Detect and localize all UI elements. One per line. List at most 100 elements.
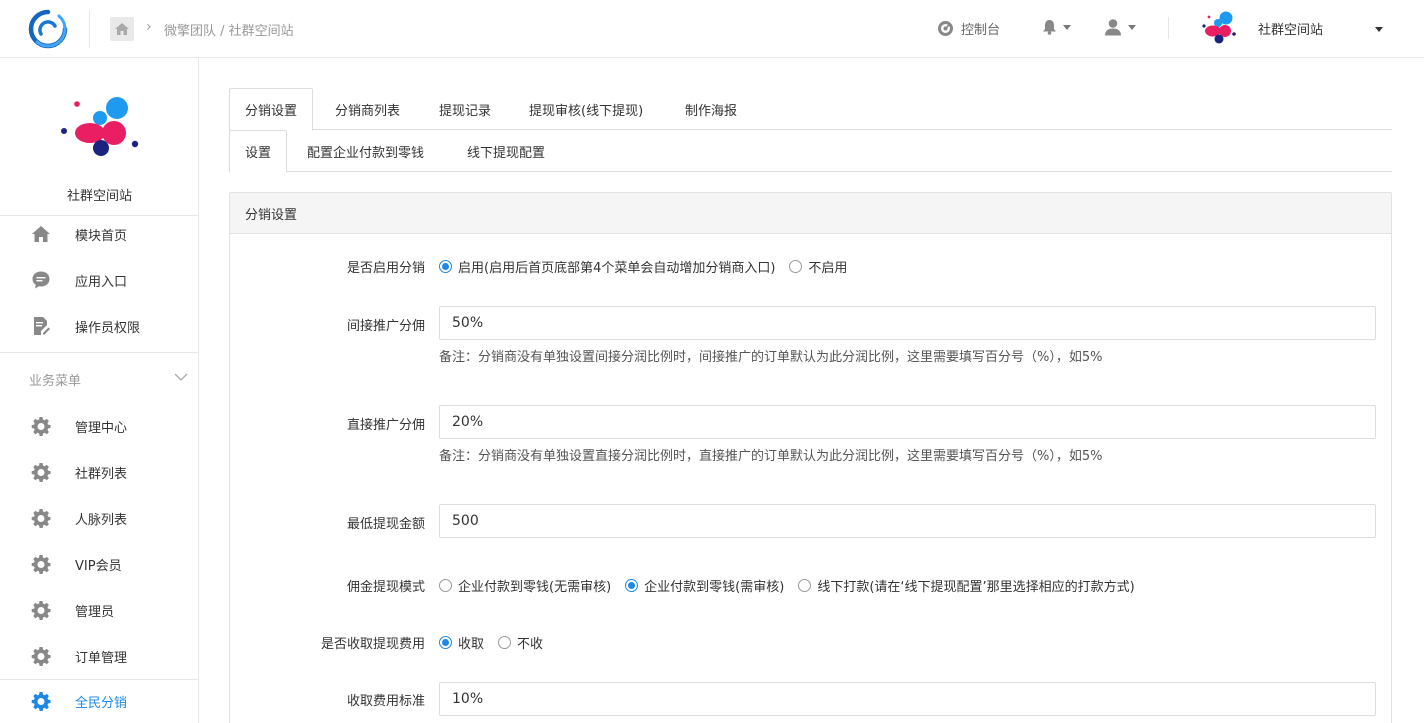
- field-label: 是否收取提现费用: [320, 637, 425, 652]
- radio-group: 启用(启用后首页底部第4个菜单会自动增加分销商入口) 不启用: [439, 257, 861, 276]
- sidebar-item-label: 全民分销: [75, 695, 128, 711]
- radio-label: 收取: [458, 637, 485, 652]
- sidebar-item-community-list[interactable]: 社群列表: [0, 452, 199, 492]
- sidebar-item-label: 社群列表: [75, 466, 128, 482]
- sidebar-item-contacts-list[interactable]: 人脉列表: [0, 498, 199, 538]
- gear-icon: [31, 600, 51, 620]
- tab-withdraw-review[interactable]: 提现审核(线下提现): [529, 88, 643, 130]
- tab-settings[interactable]: 设置: [229, 130, 288, 173]
- radio-unchecked-icon[interactable]: [498, 636, 512, 649]
- gear-icon: [31, 508, 51, 528]
- radio-mode-no-review[interactable]: 企业付款到零钱(无需审核): [439, 576, 611, 595]
- radio-fee-charge[interactable]: 收取: [439, 633, 484, 652]
- panel-title: 分销设置: [230, 193, 1391, 234]
- site-name: 社群空间站: [1258, 22, 1324, 38]
- console-link[interactable]: 控制台: [937, 19, 1000, 38]
- tab-offline-withdraw[interactable]: 线下提现配置: [467, 130, 545, 172]
- radio-enable[interactable]: 启用(启用后首页底部第4个菜单会自动增加分销商入口): [439, 257, 775, 276]
- radio-checked-icon[interactable]: [439, 260, 452, 273]
- brand-name: 社群空间站: [66, 189, 132, 204]
- radio-disable[interactable]: 不启用: [789, 257, 847, 276]
- secondary-tabs: 设置 配置企业付款到零钱 线下提现配置: [229, 130, 1392, 173]
- radio-mode-offline[interactable]: 线下打款(请在‘线下提现配置’那里选择相应的打款方式): [798, 576, 1135, 595]
- radio-label: 不启用: [808, 261, 848, 276]
- sidebar-item-vip-members[interactable]: VIP会员: [0, 544, 199, 584]
- sidebar-item-order-management[interactable]: 订单管理: [0, 636, 199, 676]
- indirect-note: 备注：分销商没有单独设置间接分润比例时，间接推广的订单默认为此分润比例，这里需要…: [439, 350, 1103, 365]
- sidebar-item-module-home[interactable]: 模块首页: [0, 214, 199, 254]
- breadcrumb[interactable]: 微擎团队 / 社群空间站: [164, 20, 294, 39]
- primary-tabs: 分销设置 分销商列表 提现记录 提现审核(线下提现) 制作海报: [229, 88, 1392, 131]
- sidebar-item-app-entry[interactable]: 应用入口: [0, 260, 199, 300]
- topbar-divider: [89, 10, 90, 48]
- sidebar-item-management-center[interactable]: 管理中心: [0, 406, 199, 446]
- site-logo-icon: [1202, 11, 1236, 44]
- gear-icon: [31, 416, 51, 436]
- radio-label: 企业付款到零钱(需审核): [644, 580, 785, 595]
- radio-label: 线下打款(请在‘线下提现配置’那里选择相应的打款方式): [817, 580, 1135, 595]
- radio-mode-review[interactable]: 企业付款到零钱(需审核): [625, 576, 784, 595]
- notifications-button[interactable]: [1042, 19, 1071, 35]
- sidebar-item-label: 模块首页: [75, 228, 128, 244]
- app-logo-icon[interactable]: [27, 8, 69, 50]
- radio-unchecked-icon[interactable]: [798, 579, 812, 592]
- chevron-down-icon: [1128, 24, 1136, 30]
- bell-icon: [1043, 20, 1056, 35]
- home-icon: [31, 224, 51, 244]
- sidebar-item-label: 管理员: [75, 604, 115, 620]
- sidebar-item-label: 人脉列表: [75, 512, 128, 528]
- tab-distribution-settings[interactable]: 分销设置: [229, 88, 314, 131]
- sidebar-item-operator-permissions[interactable]: 操作员权限: [0, 306, 199, 346]
- edit-doc-icon: [31, 316, 51, 336]
- chat-icon: [31, 270, 51, 290]
- topbar-divider: [1168, 17, 1169, 39]
- direct-commission-input[interactable]: 20%: [439, 405, 1376, 439]
- field-label: 直接推广分佣: [346, 418, 425, 433]
- radio-checked-icon[interactable]: [439, 636, 452, 649]
- field-label: 是否启用分销: [346, 261, 425, 276]
- top-bar: › 微擎团队 / 社群空间站 控制台 社群空间站: [0, 0, 1424, 58]
- tab-enterprise-payment[interactable]: 配置企业付款到零钱: [307, 130, 424, 172]
- settings-panel: 分销设置 是否启用分销 启用(启用后首页底部第4个菜单会自动增加分销商入口) 不…: [229, 192, 1392, 723]
- chevron-down-icon[interactable]: [174, 372, 188, 382]
- field-label: 最低提现金额: [346, 517, 425, 532]
- breadcrumb-chevron-icon: ›: [146, 19, 152, 35]
- field-label: 收取费用标准: [346, 694, 425, 709]
- sidebar-item-distribution[interactable]: 全民分销: [0, 681, 199, 721]
- fee-rate-input[interactable]: 10%: [439, 682, 1376, 716]
- user-icon: [1105, 19, 1121, 36]
- field-label: 间接推广分佣: [346, 319, 425, 334]
- home-button[interactable]: [110, 17, 134, 41]
- radio-label: 企业付款到零钱(无需审核): [458, 580, 612, 595]
- radio-label: 不收: [517, 637, 544, 652]
- sidebar-item-label: 应用入口: [75, 274, 128, 290]
- brand-logo-icon: [61, 97, 139, 156]
- gear-icon: [31, 462, 51, 482]
- radio-fee-free[interactable]: 不收: [498, 633, 543, 652]
- radio-unchecked-icon[interactable]: [789, 260, 803, 273]
- radio-group: 企业付款到零钱(无需审核) 企业付款到零钱(需审核) 线下打款(请在‘线下提现配…: [439, 576, 1149, 595]
- sidebar-item-label: 订单管理: [75, 650, 128, 666]
- tab-withdraw-records[interactable]: 提现记录: [439, 88, 491, 130]
- tab-distributor-list[interactable]: 分销商列表: [335, 88, 400, 130]
- sidebar-item-label: 管理中心: [75, 420, 128, 436]
- indirect-commission-input[interactable]: 50%: [439, 306, 1376, 340]
- dashboard-icon: [938, 21, 953, 36]
- sidebar-item-label: 操作员权限: [75, 320, 141, 336]
- gear-icon: [31, 646, 51, 666]
- radio-label: 启用(启用后首页底部第4个菜单会自动增加分销商入口): [458, 261, 776, 276]
- radio-unchecked-icon[interactable]: [439, 579, 452, 592]
- radio-checked-icon[interactable]: [625, 579, 639, 592]
- home-icon: [115, 23, 129, 35]
- sidebar-divider: [0, 352, 199, 353]
- sidebar-item-administrators[interactable]: 管理员: [0, 590, 199, 630]
- user-menu-button[interactable]: [1104, 18, 1136, 36]
- gear-icon: [31, 691, 51, 711]
- tab-make-poster[interactable]: 制作海报: [685, 88, 737, 130]
- chevron-down-icon[interactable]: [1375, 27, 1383, 32]
- site-switcher[interactable]: 社群空间站: [1199, 11, 1323, 45]
- radio-group: 收取 不收: [439, 633, 557, 652]
- chevron-down-icon: [1063, 24, 1071, 30]
- sidebar-group-title[interactable]: 业务菜单: [29, 370, 81, 389]
- min-withdraw-input[interactable]: 500: [439, 504, 1376, 538]
